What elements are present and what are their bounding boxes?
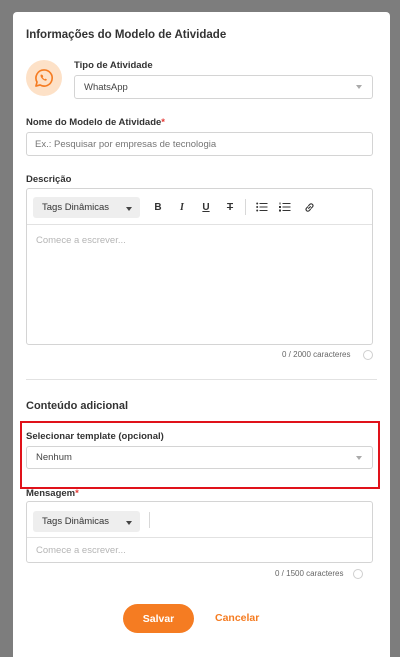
description-label: Descrição xyxy=(26,174,72,185)
message-label-text: Mensagem xyxy=(26,488,76,499)
model-name-label: Nome do Modelo de Atividade* xyxy=(26,117,165,128)
modal-title: Informações do Modelo de Atividade xyxy=(26,29,227,41)
toolbar-divider xyxy=(245,199,246,215)
chevron-down-icon xyxy=(356,85,362,89)
required-mark: * xyxy=(75,488,79,499)
description-toolbar: Tags Dinâmicas B I U T xyxy=(27,189,372,225)
activity-model-modal: Informações do Modelo de Atividade Tipo … xyxy=(13,12,390,657)
section-divider xyxy=(26,379,377,380)
caret-down-icon xyxy=(126,206,132,211)
bold-icon[interactable]: B xyxy=(151,200,165,214)
description-editor: Tags Dinâmicas B I U T Comece a escrever… xyxy=(26,188,373,345)
additional-content-title: Conteúdo adicional xyxy=(26,400,129,412)
toolbar-divider xyxy=(149,512,150,528)
message-counter: 0 / 1500 caracteres xyxy=(275,569,344,578)
caret-down-icon xyxy=(126,520,132,525)
model-name-label-text: Nome do Modelo de Atividade xyxy=(26,117,162,128)
numbered-list-icon[interactable] xyxy=(278,200,292,214)
tags-button-label: Tags Dinâmicas xyxy=(42,202,110,213)
whatsapp-icon xyxy=(35,69,53,87)
template-highlight-box xyxy=(20,421,380,489)
activity-type-value: WhatsApp xyxy=(84,81,128,93)
description-tags-button[interactable]: Tags Dinâmicas xyxy=(33,197,140,218)
activity-type-avatar xyxy=(26,60,62,96)
link-icon[interactable] xyxy=(302,200,316,214)
required-mark: * xyxy=(161,117,165,128)
message-placeholder[interactable]: Comece a escrever... xyxy=(36,545,126,556)
message-toolbar: Tags Dinâmicas xyxy=(27,502,372,538)
message-label: Mensagem* xyxy=(26,488,79,499)
underline-icon[interactable]: U xyxy=(199,200,213,214)
description-placeholder[interactable]: Comece a escrever... xyxy=(36,235,126,246)
description-counter: 0 / 2000 caracteres xyxy=(282,350,351,359)
message-counter-ring xyxy=(353,569,363,579)
activity-type-select[interactable]: WhatsApp xyxy=(74,75,373,99)
model-name-input[interactable] xyxy=(26,132,373,156)
cancel-button[interactable]: Cancelar xyxy=(215,612,259,624)
save-button[interactable]: Salvar xyxy=(123,604,194,633)
tags-button-label: Tags Dinâmicas xyxy=(42,516,110,527)
strikethrough-icon[interactable]: T xyxy=(223,200,237,214)
bullet-list-icon[interactable] xyxy=(255,200,269,214)
message-editor: Tags Dinâmicas Comece a escrever... xyxy=(26,501,373,563)
activity-type-label: Tipo de Atividade xyxy=(74,60,153,71)
description-counter-ring xyxy=(363,350,373,360)
italic-icon[interactable]: I xyxy=(175,200,189,214)
message-tags-button[interactable]: Tags Dinâmicas xyxy=(33,511,140,532)
